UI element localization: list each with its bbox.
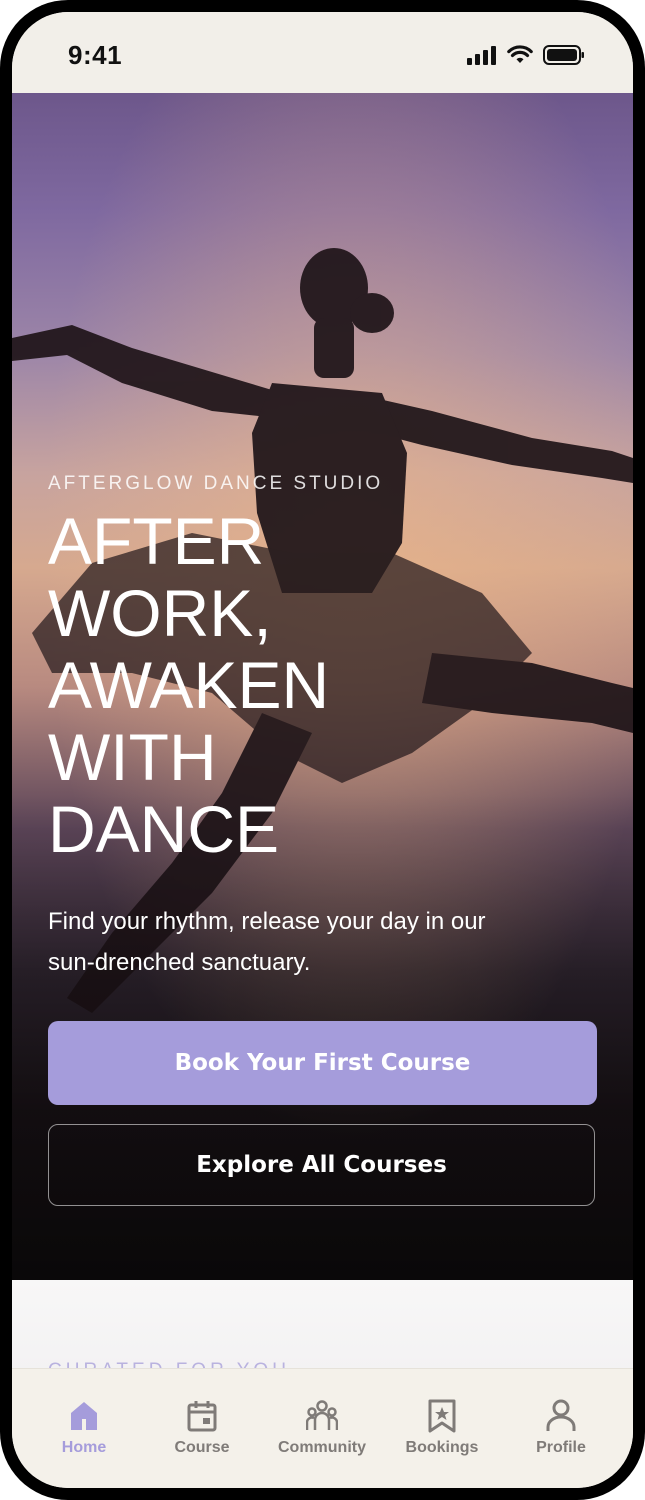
headline-line: AFTER — [48, 504, 265, 578]
status-icons — [467, 45, 585, 65]
home-icon — [71, 1402, 97, 1430]
bottom-tab-bar: Home Course Community Bookings Profile — [12, 1368, 633, 1488]
hero-section: AFTERGLOW DANCE STUDIO AFTER WORK, AWAKE… — [12, 93, 633, 1280]
status-time: 9:41 — [68, 40, 123, 70]
curated-section: CURATED FOR YOU — [12, 1280, 633, 1370]
wifi-icon — [507, 45, 533, 63]
screen: 9:41 AFTERGLOW DANCE STUDIO AFTER WORK, … — [12, 12, 633, 1488]
signal-icon — [467, 46, 496, 65]
tab-label: Community — [278, 1439, 366, 1456]
tab-home[interactable]: Home — [24, 1369, 144, 1488]
hero-headline: AFTER WORK, AWAKEN WITH DANCE — [48, 505, 448, 865]
tab-bookings[interactable]: Bookings — [382, 1369, 502, 1488]
tab-label: Course — [174, 1439, 230, 1456]
book-first-course-button[interactable]: Book Your First Course — [48, 1021, 597, 1105]
user-icon — [546, 1399, 576, 1431]
tab-label: Profile — [536, 1439, 586, 1456]
headline-line: AWAKEN — [48, 648, 330, 722]
headline-line: WORK, — [48, 576, 272, 650]
headline-line: WITH — [48, 720, 217, 794]
tab-course[interactable]: Course — [142, 1369, 262, 1488]
studio-name: AFTERGLOW DANCE STUDIO — [48, 473, 384, 494]
explore-all-courses-button[interactable]: Explore All Courses — [48, 1124, 595, 1206]
calendar-icon — [187, 1401, 217, 1432]
hero-subtitle: Find your rhythm, release your day in ou… — [48, 908, 486, 976]
people-icon — [306, 1400, 338, 1430]
tab-profile[interactable]: Profile — [501, 1369, 621, 1488]
bookmark-star-icon — [428, 1399, 456, 1433]
status-bar: 9:41 — [12, 12, 633, 93]
phone-frame: 9:41 AFTERGLOW DANCE STUDIO AFTER WORK, … — [0, 0, 645, 1500]
battery-icon — [543, 45, 584, 65]
tab-label: Home — [61, 1439, 107, 1456]
tab-label: Bookings — [405, 1439, 479, 1456]
headline-line: DANCE — [48, 792, 280, 866]
tab-community[interactable]: Community — [262, 1369, 382, 1488]
